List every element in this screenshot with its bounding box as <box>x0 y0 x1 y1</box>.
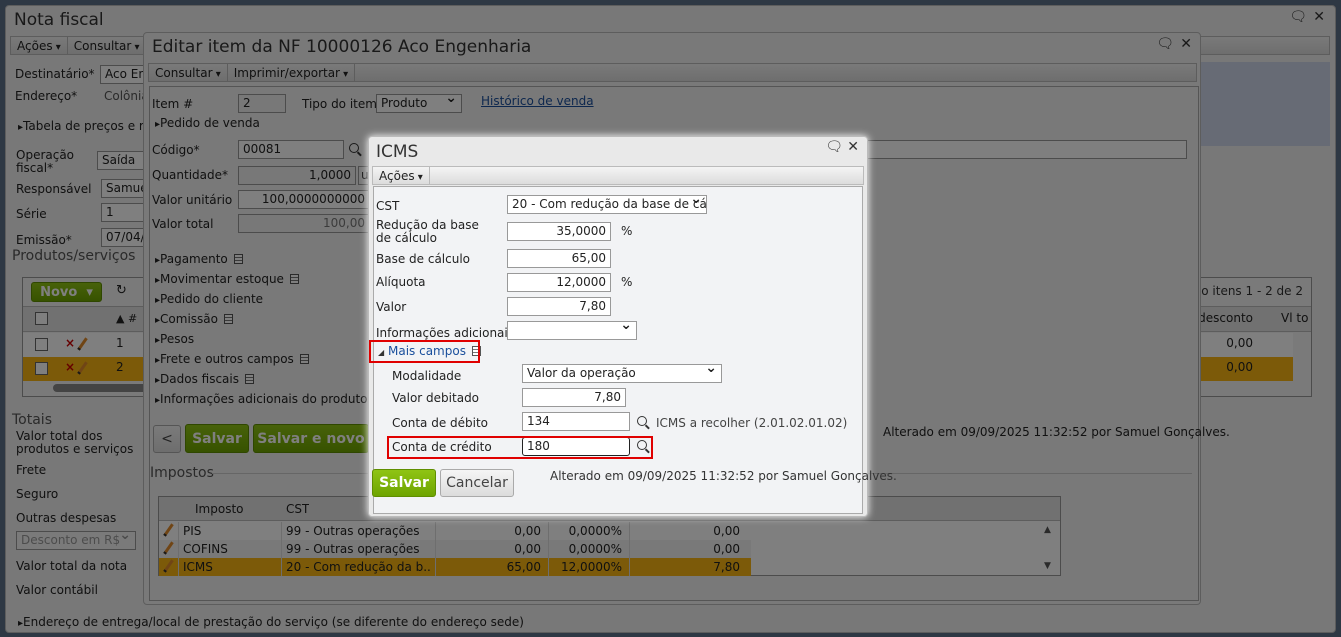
cst-select[interactable]: 20 - Com redução da base de cál <box>507 195 707 214</box>
comment-icon[interactable]: 🗨 <box>825 139 843 155</box>
aliquota-input[interactable]: 12,0000 <box>507 273 611 292</box>
valor-debitado-label: Valor debitado <box>392 391 480 405</box>
conta-debito-label: Conta de débito <box>392 416 489 430</box>
search-icon[interactable] <box>637 416 647 426</box>
valor-label: Valor <box>376 300 407 314</box>
alterado-info: Alterado em 09/09/2025 11:32:52 por Samu… <box>550 469 897 483</box>
informacoes-adicionais-select[interactable] <box>507 321 637 340</box>
modalidade-label: Modalidade <box>392 369 462 383</box>
reducao-label: Redução da base de cálculo <box>376 218 479 245</box>
base-calculo-label: Base de cálculo <box>376 252 471 266</box>
cst-label: CST <box>376 199 400 213</box>
modalidade-select[interactable]: Valor da operação <box>522 364 722 383</box>
conta-debito-description: ICMS a recolher (2.01.02.01.02) <box>656 416 848 430</box>
close-icon[interactable]: ✕ <box>847 139 859 155</box>
annotation-highlight <box>387 436 653 459</box>
percent-label: % <box>621 275 633 289</box>
valor-debitado-input[interactable]: 7,80 <box>522 388 626 407</box>
annotation-highlight <box>369 340 480 363</box>
valor-input[interactable]: 7,80 <box>507 297 611 316</box>
salvar-button[interactable]: Salvar <box>372 469 436 497</box>
informacoes-adicionais-label: Informações adicionais <box>376 326 514 340</box>
reducao-input[interactable]: 35,0000 <box>507 222 611 241</box>
cancelar-button[interactable]: Cancelar <box>440 469 514 497</box>
percent-label: % <box>621 224 633 238</box>
dialog-title: ICMS <box>376 142 419 162</box>
acoes-menu[interactable]: Ações <box>373 167 430 184</box>
icms-toolbar: Ações <box>372 166 864 185</box>
conta-debito-input[interactable]: 134 <box>522 412 630 431</box>
base-calculo-input[interactable]: 65,00 <box>507 249 611 268</box>
aliquota-label: Alíquota <box>376 275 426 289</box>
